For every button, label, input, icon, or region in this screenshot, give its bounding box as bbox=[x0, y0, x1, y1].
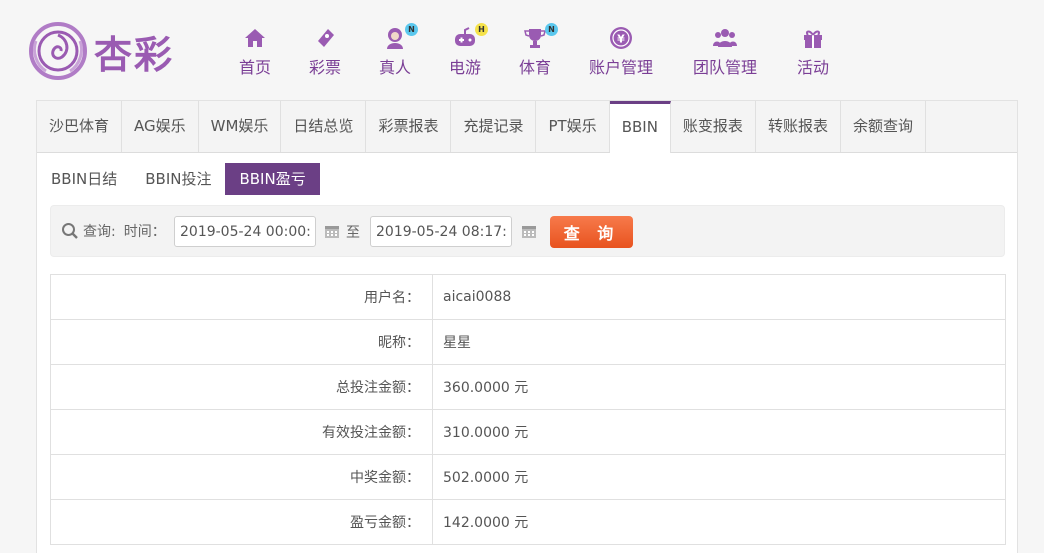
tab-bbin[interactable]: BBIN bbox=[609, 101, 671, 153]
tab-lottery-report[interactable]: 彩票报表 bbox=[366, 101, 452, 152]
badge-new: N bbox=[405, 23, 418, 36]
report-panel: 沙巴体育 AG娱乐 WM娱乐 日结总览 彩票报表 充提记录 PT娱乐 BBIN … bbox=[36, 100, 1018, 553]
search-icon bbox=[62, 223, 78, 239]
table-row: 总投注金额： 360.0000 元 bbox=[50, 364, 1006, 410]
row-value: aicai0088 bbox=[432, 274, 1006, 320]
row-value: 310.0000 元 bbox=[432, 409, 1006, 455]
svg-text:¥: ¥ bbox=[617, 33, 625, 46]
bbin-subtabs: BBIN日结 BBIN投注 BBIN盈亏 bbox=[37, 163, 320, 195]
gift-icon bbox=[800, 25, 826, 51]
live-dealer-icon: N bbox=[382, 23, 418, 51]
nav-label: 彩票 bbox=[309, 58, 342, 77]
nav-team[interactable]: 团队管理 bbox=[693, 25, 757, 78]
nav-home[interactable]: 首页 bbox=[239, 25, 271, 78]
table-row: 有效投注金额： 310.0000 元 bbox=[50, 409, 1006, 455]
row-label: 昵称： bbox=[50, 319, 433, 365]
gamepad-icon: H bbox=[452, 23, 488, 51]
team-icon bbox=[712, 25, 738, 51]
logo-text: 杏彩 bbox=[94, 31, 175, 77]
to-label: 至 bbox=[346, 225, 360, 241]
badge-new: N bbox=[545, 23, 558, 36]
end-time-input[interactable] bbox=[370, 216, 512, 247]
nav-sports[interactable]: N 体育 bbox=[519, 23, 558, 78]
query-label: 查询: 时间： bbox=[61, 221, 166, 241]
query-text: 查询: bbox=[83, 224, 116, 240]
nav-label: 电游 bbox=[449, 58, 482, 77]
nav-label: 体育 bbox=[519, 58, 552, 77]
nav-lottery[interactable]: 彩票 bbox=[309, 25, 341, 78]
table-row: 盈亏金额： 142.0000 元 bbox=[50, 499, 1006, 545]
subtab-bbin-daily[interactable]: BBIN日结 bbox=[37, 163, 131, 195]
row-label: 盈亏金额： bbox=[50, 499, 433, 545]
tab-pt[interactable]: PT娱乐 bbox=[536, 101, 610, 152]
tab-deposit-withdraw[interactable]: 充提记录 bbox=[451, 101, 537, 152]
table-row: 昵称： 星星 bbox=[50, 319, 1006, 365]
nav-label: 团队管理 bbox=[693, 58, 758, 77]
nav-label: 首页 bbox=[239, 58, 272, 77]
badge-hot: H bbox=[475, 23, 488, 36]
row-value: 142.0000 元 bbox=[432, 499, 1006, 545]
report-tabs: 沙巴体育 AG娱乐 WM娱乐 日结总览 彩票报表 充提记录 PT娱乐 BBIN … bbox=[37, 101, 1017, 153]
start-time-input[interactable] bbox=[174, 216, 316, 247]
top-header: 杏彩 首页 彩票 N 真人 H 电游 N 体育 ¥ 账户管理 团队管理 活动 bbox=[0, 0, 1044, 100]
row-value: 502.0000 元 bbox=[432, 454, 1006, 500]
profit-loss-table: 用户名： aicai0088 昵称： 星星 总投注金额： 360.0000 元 … bbox=[50, 274, 1006, 545]
tab-ag[interactable]: AG娱乐 bbox=[122, 101, 199, 152]
nav-promotions[interactable]: 活动 bbox=[797, 25, 829, 78]
subtab-bbin-profit-loss[interactable]: BBIN盈亏 bbox=[225, 163, 320, 195]
row-label: 中奖金额： bbox=[50, 454, 433, 500]
nav-account[interactable]: ¥ 账户管理 bbox=[589, 25, 653, 78]
calendar-icon[interactable] bbox=[324, 223, 340, 239]
tab-account-changes[interactable]: 账变报表 bbox=[671, 101, 756, 152]
site-logo[interactable]: 杏彩 bbox=[28, 20, 188, 82]
table-row: 中奖金额： 502.0000 元 bbox=[50, 454, 1006, 500]
nav-label: 活动 bbox=[797, 58, 830, 77]
lottery-icon bbox=[312, 25, 338, 51]
query-bar: 查询: 时间： 至 查 询 bbox=[50, 205, 1005, 257]
nav-label: 账户管理 bbox=[589, 58, 654, 77]
row-label: 有效投注金额： bbox=[50, 409, 433, 455]
yen-icon: ¥ bbox=[608, 25, 634, 51]
home-icon bbox=[242, 25, 268, 51]
tab-transfer-report[interactable]: 转账报表 bbox=[756, 101, 841, 152]
row-value: 360.0000 元 bbox=[432, 364, 1006, 410]
tab-balance-query[interactable]: 余额查询 bbox=[841, 101, 926, 152]
logo-emblem-icon bbox=[29, 22, 87, 80]
nav-live-dealer[interactable]: N 真人 bbox=[379, 23, 418, 78]
tab-daily-overview[interactable]: 日结总览 bbox=[281, 101, 367, 152]
tab-wm[interactable]: WM娱乐 bbox=[199, 101, 282, 152]
tab-saba-sports[interactable]: 沙巴体育 bbox=[37, 101, 123, 152]
subtab-bbin-bets[interactable]: BBIN投注 bbox=[131, 163, 225, 195]
query-button[interactable]: 查 询 bbox=[550, 216, 633, 248]
row-label: 总投注金额： bbox=[50, 364, 433, 410]
row-value: 星星 bbox=[432, 319, 1006, 365]
nav-egames[interactable]: H 电游 bbox=[449, 23, 488, 78]
nav-label: 真人 bbox=[379, 58, 412, 77]
row-label: 用户名： bbox=[50, 274, 433, 320]
calendar-icon[interactable] bbox=[521, 223, 537, 239]
trophy-icon: N bbox=[522, 23, 558, 51]
time-label: 时间： bbox=[123, 224, 166, 240]
table-row: 用户名： aicai0088 bbox=[50, 274, 1006, 320]
